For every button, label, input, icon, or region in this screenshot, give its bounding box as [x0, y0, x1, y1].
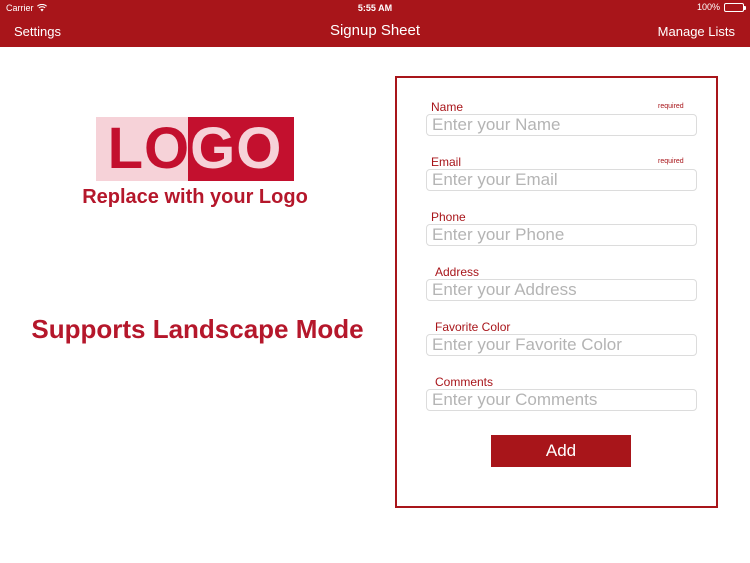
name-input[interactable] — [426, 114, 697, 136]
comments-input[interactable] — [426, 389, 697, 411]
add-button[interactable]: Add — [491, 435, 631, 467]
name-label: Name — [431, 100, 464, 114]
email-label: Email — [431, 155, 462, 169]
status-bar: Carrier 5:55 AM 100% — [0, 0, 750, 16]
battery-percent: 100% — [696, 2, 720, 12]
favorite-color-label: Favorite Color — [435, 320, 511, 334]
page-title: Signup Sheet — [329, 22, 421, 39]
favorite-color-input[interactable] — [426, 334, 697, 356]
logo-text-pale: GO — [190, 116, 283, 181]
landscape-tagline: Supports Landscape Mode — [31, 314, 364, 344]
manage-lists-button[interactable]: Manage Lists — [658, 24, 735, 39]
logo-caption: Replace with your Logo — [82, 186, 308, 208]
status-time: 5:55 AM — [357, 3, 393, 13]
email-input[interactable] — [426, 169, 697, 191]
battery-indicator: 100% — [696, 2, 746, 12]
navigation-bar: Settings Signup Sheet Manage Lists — [0, 16, 750, 47]
phone-label: Phone — [431, 210, 466, 224]
address-label: Address — [435, 265, 480, 279]
top-bar: Carrier 5:55 AM 100% Settings Signup She… — [0, 0, 750, 47]
logo-text-red: LO — [107, 116, 191, 181]
logo-text: LO GO — [96, 117, 294, 181]
battery-icon — [724, 2, 746, 12]
name-required-badge: required — [658, 103, 684, 110]
phone-input[interactable] — [426, 224, 697, 246]
email-required-badge: required — [658, 158, 684, 165]
comments-label: Comments — [435, 375, 494, 389]
address-input[interactable] — [426, 279, 697, 301]
